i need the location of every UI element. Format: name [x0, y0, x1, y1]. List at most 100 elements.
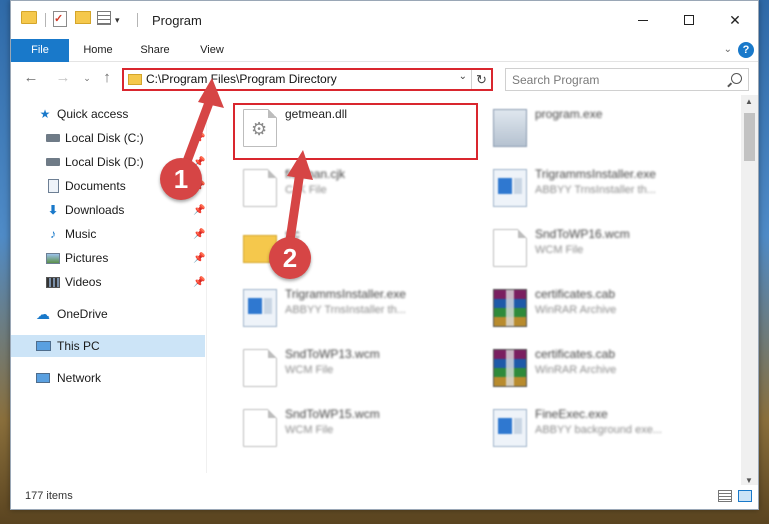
forward-arrow-icon[interactable]: → [53, 69, 73, 86]
toolbar-separator [45, 13, 46, 27]
tab-home[interactable]: Home [71, 39, 125, 62]
file-type: WCM File [535, 244, 584, 256]
pin-icon: 📌 [193, 132, 206, 144]
step-1-callout: 1 [160, 158, 202, 200]
file-type: WinRAR Archive [535, 364, 617, 376]
sidebar-item-videos[interactable]: Videos 📌 [11, 271, 205, 293]
ribbon-tabs: File Home Share View ⌄ ? [11, 39, 758, 62]
window-title: Program [152, 13, 202, 28]
pin-icon: 📌 [193, 276, 206, 288]
details-view-icon[interactable] [718, 490, 732, 502]
document-icon [493, 229, 527, 267]
file-type: WinRAR Archive [535, 304, 617, 316]
file-item[interactable]: SndToWP15.wcm WCM File [235, 399, 475, 455]
sidebar-item-label: Quick access [57, 107, 129, 121]
star-icon: ★ [39, 107, 51, 121]
file-item[interactable]: fio.chan.cjk CJK File [235, 159, 475, 215]
vertical-scrollbar[interactable]: ▲ ▼ [741, 95, 758, 487]
pin-icon: 📌 [193, 252, 206, 264]
file-name: TrigrammsInstaller.exe [285, 287, 406, 301]
sidebar-item-label: Downloads [65, 203, 125, 217]
winrar-icon [493, 349, 527, 387]
recent-locations-chevron-icon[interactable]: ⌄ [77, 73, 97, 84]
drive-icon [45, 130, 61, 146]
folder-icon [128, 74, 142, 85]
new-folder-icon[interactable] [75, 11, 91, 24]
cloud-icon: ☁ [36, 305, 50, 322]
sidebar-item-label: This PC [57, 339, 100, 353]
sidebar-item-this-pc[interactable]: This PC [11, 335, 205, 357]
file-item[interactable]: TrigrammsInstaller.exe ABBYY TrnsInstall… [235, 279, 475, 335]
scroll-down-arrow-icon[interactable]: ▼ [745, 476, 753, 485]
file-item[interactable]: certificates.cab WinRAR Archive [485, 279, 725, 335]
sidebar-item-downloads[interactable]: ⬇ Downloads 📌 [11, 199, 205, 221]
folder-icon [21, 11, 37, 24]
file-item[interactable]: TrigrammsInstaller.exe ABBYY TrnsInstall… [485, 159, 725, 215]
refresh-icon[interactable]: ↻ [471, 70, 491, 89]
file-name: FineExec.exe [535, 407, 608, 421]
address-path[interactable]: C:\Program Files\Program Directory [146, 72, 337, 86]
file-item[interactable]: SndToWP16.wcm WCM File [485, 219, 725, 275]
file-type: ABBYY background exe... [535, 424, 662, 436]
pictures-icon [45, 250, 61, 266]
sidebar-item-label: Videos [65, 275, 102, 289]
file-type: WCM File [285, 364, 334, 376]
address-bar[interactable]: C:\Program Files\Program Directory ⌄ ↻ [122, 68, 493, 91]
file-item[interactable]: certificates.cab WinRAR Archive [485, 339, 725, 395]
search-box[interactable] [505, 68, 749, 91]
file-item[interactable]: SndToWP13.wcm WCM File [235, 339, 475, 395]
navigation-bar: ← → ⌄ ↑ C:\Program Files\Program Directo… [11, 63, 758, 95]
file-name: SndToWP13.wcm [285, 347, 380, 361]
up-arrow-icon[interactable]: ↑ [97, 69, 117, 86]
tab-file[interactable]: File [11, 39, 69, 62]
sidebar-item-onedrive[interactable]: ☁ OneDrive [11, 303, 205, 325]
file-name: certificates.cab [535, 287, 616, 301]
title-separator [137, 13, 138, 27]
maximize-button[interactable] [666, 1, 712, 39]
scrollbar-thumb[interactable] [744, 113, 755, 161]
sidebar-item-pictures[interactable]: Pictures 📌 [11, 247, 205, 269]
sidebar-item-label: Documents [65, 179, 126, 193]
tab-share[interactable]: Share [127, 39, 183, 62]
computer-icon [35, 338, 51, 354]
winrar-icon [493, 289, 527, 327]
properties-icon[interactable] [97, 11, 111, 25]
file-type: CJK File [285, 184, 327, 196]
tab-view[interactable]: View [187, 39, 237, 62]
sidebar-item-network[interactable]: Network [11, 367, 205, 389]
sidebar-item-quick-access[interactable]: ★ Quick access [11, 103, 205, 125]
minimize-button[interactable] [620, 1, 666, 39]
sidebar-item-local-disk-c[interactable]: Local Disk (C:) 📌 [11, 127, 205, 149]
close-button[interactable]: ✕ [712, 1, 758, 39]
file-name: SndToWP16.wcm [535, 227, 630, 241]
sidebar-item-label: OneDrive [57, 307, 108, 321]
file-name: certificates.cab [535, 347, 616, 361]
scroll-up-arrow-icon[interactable]: ▲ [745, 97, 753, 106]
customize-dropdown-icon[interactable]: ▾ [115, 11, 125, 29]
minimize-icon [638, 19, 648, 21]
file-item[interactable]: program.exe [485, 99, 725, 155]
document-icon [243, 169, 277, 207]
file-item[interactable]: FineExec.exe ABBYY background exe... [485, 399, 725, 455]
sidebar-item-label: Local Disk (D:) [65, 155, 144, 169]
program-exe-icon [493, 109, 527, 147]
file-highlight-box [233, 103, 478, 160]
videos-icon [45, 274, 61, 290]
pin-icon: 📌 [193, 204, 206, 216]
checkmark-properties-icon[interactable]: ✓ [53, 11, 67, 27]
exe-icon [243, 289, 277, 327]
help-icon[interactable]: ? [738, 42, 754, 58]
file-name: program.exe [535, 107, 603, 121]
title-bar: ✓ ▾ Program ✕ [11, 1, 758, 39]
file-name: fio.chan.cjk [285, 167, 346, 181]
tiles-view-icon[interactable] [738, 490, 752, 502]
sidebar-item-music[interactable]: ♪ Music 📌 [11, 223, 205, 245]
sidebar-item-label: Music [65, 227, 97, 241]
pin-icon: 📌 [193, 228, 206, 240]
search-icon[interactable] [731, 73, 742, 84]
expand-ribbon-chevron-icon[interactable]: ⌄ [724, 44, 732, 55]
back-arrow-icon[interactable]: ← [21, 69, 41, 86]
search-input[interactable] [512, 71, 712, 88]
address-dropdown-chevron-icon[interactable]: ⌄ [459, 71, 467, 82]
sidebar-item-label: Network [57, 371, 102, 385]
